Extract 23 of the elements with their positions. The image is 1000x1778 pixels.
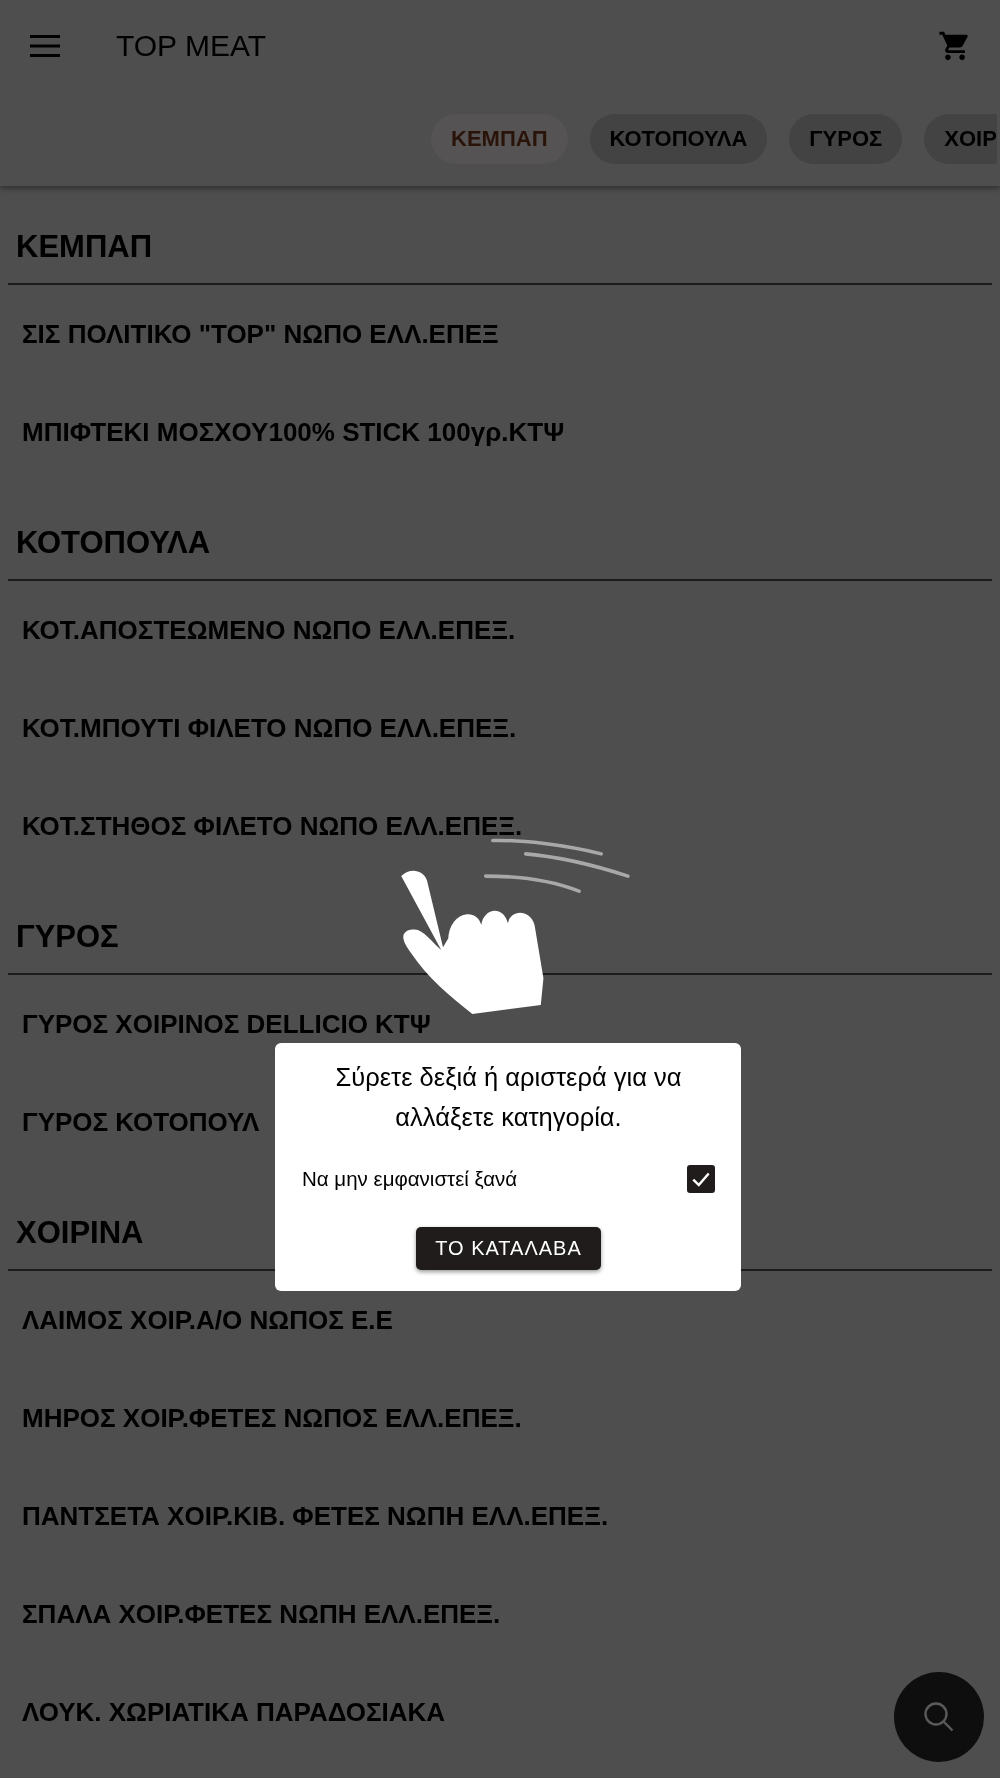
product-name[interactable]: ΓΥΡΟΣ ΧΟΙΡΙΝΟΣ DELLICIO ΚΤΨ	[22, 1008, 431, 1040]
got-it-button[interactable]: ΤΟ ΚΑΤΑΛΑΒΑ	[416, 1227, 601, 1270]
product-name[interactable]: ΜΠΙΦΤΕΚΙ ΜΟΣΧΟΥ100% STICK 100γρ.ΚΤΨ	[22, 416, 565, 448]
product-name[interactable]: ΛΑΙΜΟΣ ΧΟΙΡ.Α/Ο ΝΩΠΟΣ Ε.Ε	[22, 1304, 393, 1336]
product-name[interactable]: ΛΟΥΚ. ΧΩΡΙΑΤΙΚΑ ΠΑΡΑΔΟΣΙΑΚΑ	[22, 1696, 446, 1728]
category-tab[interactable]: ΚΟΤΟΠΟΥΛΑ	[589, 114, 768, 164]
product-name[interactable]: ΠΑΝΤΣΕΤΑ ΧΟΙΡ.ΚΙΒ. ΦΕΤΕΣ ΝΩΠΗ ΕΛΛ.ΕΠΕΞ.	[22, 1500, 609, 1532]
category-tab[interactable]: ΓΥΡΟΣ	[789, 114, 903, 164]
product-name[interactable]: ΚΟΤ.ΣΤΗΘΟΣ ΦΙΛΕΤΟ ΝΩΠΟ ΕΛΛ.ΕΠΕΞ.	[22, 810, 523, 842]
app-title: TOP MEAT	[116, 29, 268, 63]
menu-icon[interactable]	[30, 35, 60, 57]
dialog-message: Σύρετε δεξιά ή αριστερά για να αλλάξετε κατηγορία.	[334, 1062, 683, 1133]
product-name[interactable]: ΜΗΡΟΣ ΧΟΙΡ.ΦΕΤΕΣ ΝΩΠΟΣ ΕΛΛ.ΕΠΕΞ.	[22, 1402, 522, 1434]
product-name[interactable]: ΚΟΤ.ΜΠΟΥΤΙ ΦΙΛΕΤΟ ΝΩΠΟ ΕΛΛ.ΕΠΕΞ.	[22, 712, 517, 744]
section-heading: ΚΟΤΟΠΟΥΛΑ	[8, 481, 992, 581]
product-name[interactable]: ΓΥΡΟΣ ΚΟΤΟΠΟΥΛ	[22, 1106, 260, 1138]
checkbox[interactable]	[687, 1165, 715, 1193]
section-heading: ΚΕΜΠΑΠ	[8, 186, 992, 285]
category-tab[interactable]: ΚΕΜΠΑΠ	[431, 114, 568, 164]
category-tab[interactable]: ΧΟΙΡ	[924, 114, 997, 164]
product-name[interactable]: ΣΠΑΛΑ ΧΟΙΡ.ΦΕΤΕΣ ΝΩΠΗ ΕΛΛ.ΕΠΕΞ.	[22, 1598, 501, 1630]
product-name[interactable]: ΚΟΤ.ΑΠΟΣΤΕΩΜΕΝΟ ΝΩΠΟ ΕΛΛ.ΕΠΕΞ.	[22, 614, 516, 646]
product-name[interactable]: ΣΙΣ ΠΟΛΙΤΙΚΟ "TOP" ΝΩΠΟ ΕΛΛ.ΕΠΕΞ	[22, 318, 499, 350]
